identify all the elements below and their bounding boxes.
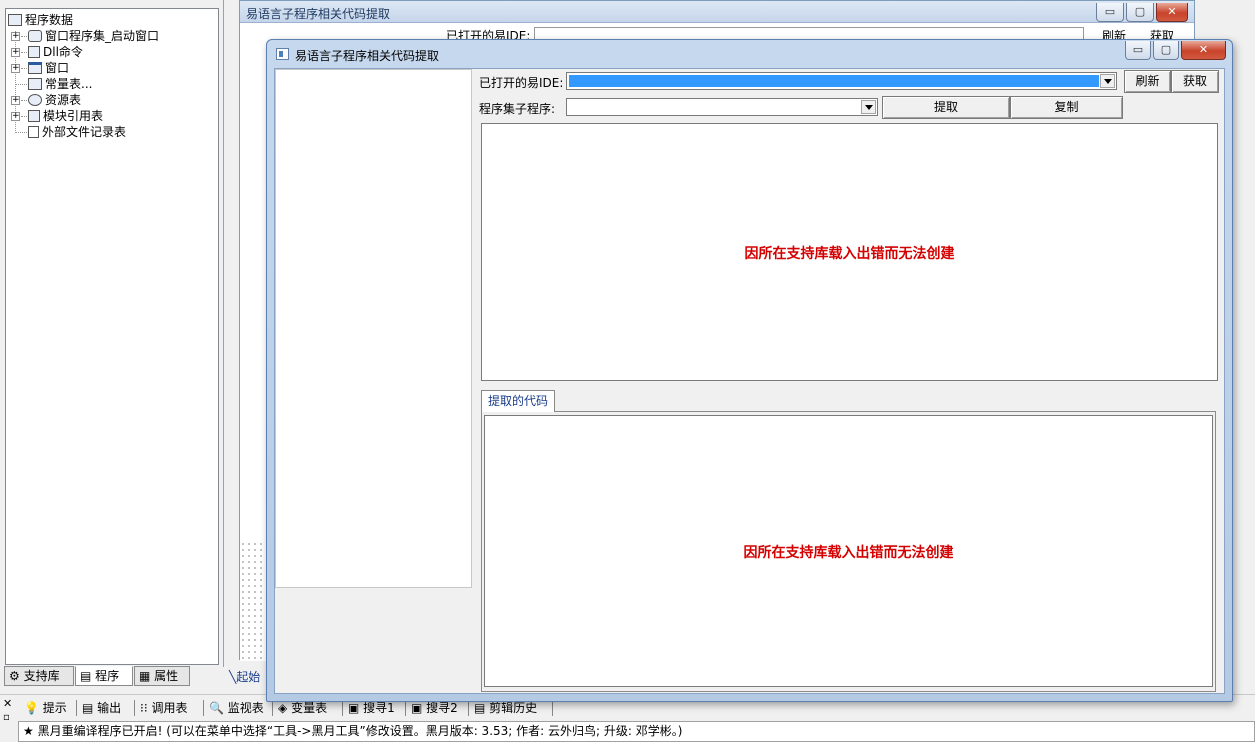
hint-icon: 💡: [24, 701, 39, 715]
tab-support-library[interactable]: ⚙ 支持库: [4, 666, 74, 686]
expand-icon[interactable]: +: [11, 96, 20, 105]
expand-icon[interactable]: +: [11, 64, 20, 73]
tree-item-assembly[interactable]: 窗口程序集_启动窗口: [28, 28, 159, 44]
copy-button[interactable]: 复制: [1010, 96, 1123, 119]
search1-icon: ▣: [348, 701, 360, 715]
library-icon: ⚙: [9, 669, 20, 683]
extract-button[interactable]: 提取: [882, 96, 1010, 119]
designer-title: 易语言子程序相关代码提取: [246, 7, 391, 21]
code-control-placeholder: 因所在支持库载入出错而无法创建: [484, 415, 1213, 687]
tab-program[interactable]: ▤ 程序: [75, 666, 133, 686]
constant-icon: [28, 78, 42, 90]
program-tree[interactable]: 程序数据 + 窗口程序集_启动窗口 + Dll命令 + 窗口 常量表... + …: [5, 8, 219, 665]
file-icon: [28, 126, 39, 138]
tab-call-table[interactable]: ⁝⁝ 调用表: [140, 699, 187, 717]
variable-icon: ◈: [278, 701, 288, 715]
tab-properties[interactable]: ▦ 属性: [134, 666, 190, 686]
subprogram-label: 程序集子程序:: [479, 102, 556, 116]
expand-icon[interactable]: +: [11, 32, 20, 41]
tree-item-dll[interactable]: Dll命令: [28, 44, 83, 60]
tab-hint[interactable]: 💡 提示: [24, 699, 67, 717]
tree-item-window[interactable]: 窗口: [28, 60, 69, 76]
call-table-icon: ⁝⁝: [140, 701, 148, 715]
tree-root[interactable]: 程序数据: [8, 12, 73, 28]
code-extract-window: 易语言子程序相关代码提取 ▭ ▢ ✕ 已打开的易IDE: 刷新 获取 程序集子程…: [266, 39, 1233, 702]
tab-watch[interactable]: 🔍 监视表: [209, 699, 264, 717]
designer-grid: [240, 541, 267, 661]
program-icon: ▤: [80, 669, 92, 683]
resource-icon: [28, 94, 42, 106]
designer-close-button[interactable]: ✕: [1156, 3, 1188, 22]
ide-label: 已打开的易IDE:: [479, 76, 564, 90]
app-icon: [276, 48, 289, 60]
designer-maximize-button[interactable]: ▢: [1126, 3, 1154, 22]
fetch-button[interactable]: 获取: [1171, 70, 1219, 93]
source-control-placeholder: 因所在支持库载入出错而无法创建: [481, 123, 1218, 381]
close-button[interactable]: ✕: [1181, 41, 1226, 60]
maximize-button[interactable]: ▢: [1153, 41, 1179, 60]
ide-combo[interactable]: [566, 72, 1117, 90]
watch-icon: 🔍: [209, 701, 224, 715]
tree-item-resources[interactable]: 资源表: [28, 92, 81, 108]
code-tab-pane: 因所在支持库载入出错而无法创建: [481, 411, 1216, 692]
property-icon: ▦: [139, 669, 151, 683]
search2-icon: ▣: [411, 701, 423, 715]
tab-extracted-code[interactable]: 提取的代码: [481, 390, 556, 412]
chevron-down-icon[interactable]: [861, 100, 876, 114]
module-icon: [28, 110, 40, 122]
start-page-tab[interactable]: ╲起始: [229, 667, 269, 689]
tree-item-constants[interactable]: 常量表...: [28, 76, 92, 92]
window-title: 易语言子程序相关代码提取: [295, 49, 440, 63]
clip-history-icon: ▤: [474, 701, 486, 715]
dll-icon: [28, 46, 40, 58]
assembly-icon: [28, 30, 42, 42]
chevron-down-icon[interactable]: [1100, 74, 1115, 88]
tab-output[interactable]: ▤ 输出: [82, 699, 121, 717]
panel-close-icon[interactable]: ✕: [3, 697, 12, 710]
left-panel-tabs: ⚙ 支持库 ▤ 程序 ▦ 属性: [2, 666, 224, 688]
ide-combo-selection: [569, 75, 1099, 87]
load-error-message: 因所在支持库载入出错而无法创建: [744, 246, 955, 262]
panel-restore-icon[interactable]: ▫: [3, 712, 10, 723]
expand-icon[interactable]: +: [11, 112, 20, 121]
project-panel: 程序数据 + 窗口程序集_启动窗口 + Dll命令 + 窗口 常量表... + …: [0, 0, 224, 667]
output-message: ★ 黑月重编译程序已开启! (可以在菜单中选择“工具->黑月工具”修改设置。黑月…: [18, 721, 1255, 742]
minimize-button[interactable]: ▭: [1125, 41, 1151, 60]
refresh-button[interactable]: 刷新: [1124, 70, 1171, 93]
program-data-icon: [8, 14, 22, 26]
designer-titlebar: 易语言子程序相关代码提取 ▭ ▢ ✕: [240, 1, 1194, 23]
subprogram-combo[interactable]: [566, 98, 878, 116]
load-error-message: 因所在支持库载入出错而无法创建: [743, 545, 954, 561]
subprogram-list[interactable]: [275, 69, 472, 588]
tree-item-external-files[interactable]: 外部文件记录表: [28, 124, 126, 140]
window-icon: [28, 62, 42, 74]
expand-icon[interactable]: +: [11, 48, 20, 57]
tree-item-modules[interactable]: 模块引用表: [28, 108, 103, 124]
output-icon: ▤: [82, 701, 94, 715]
designer-minimize-button[interactable]: ▭: [1096, 3, 1124, 22]
